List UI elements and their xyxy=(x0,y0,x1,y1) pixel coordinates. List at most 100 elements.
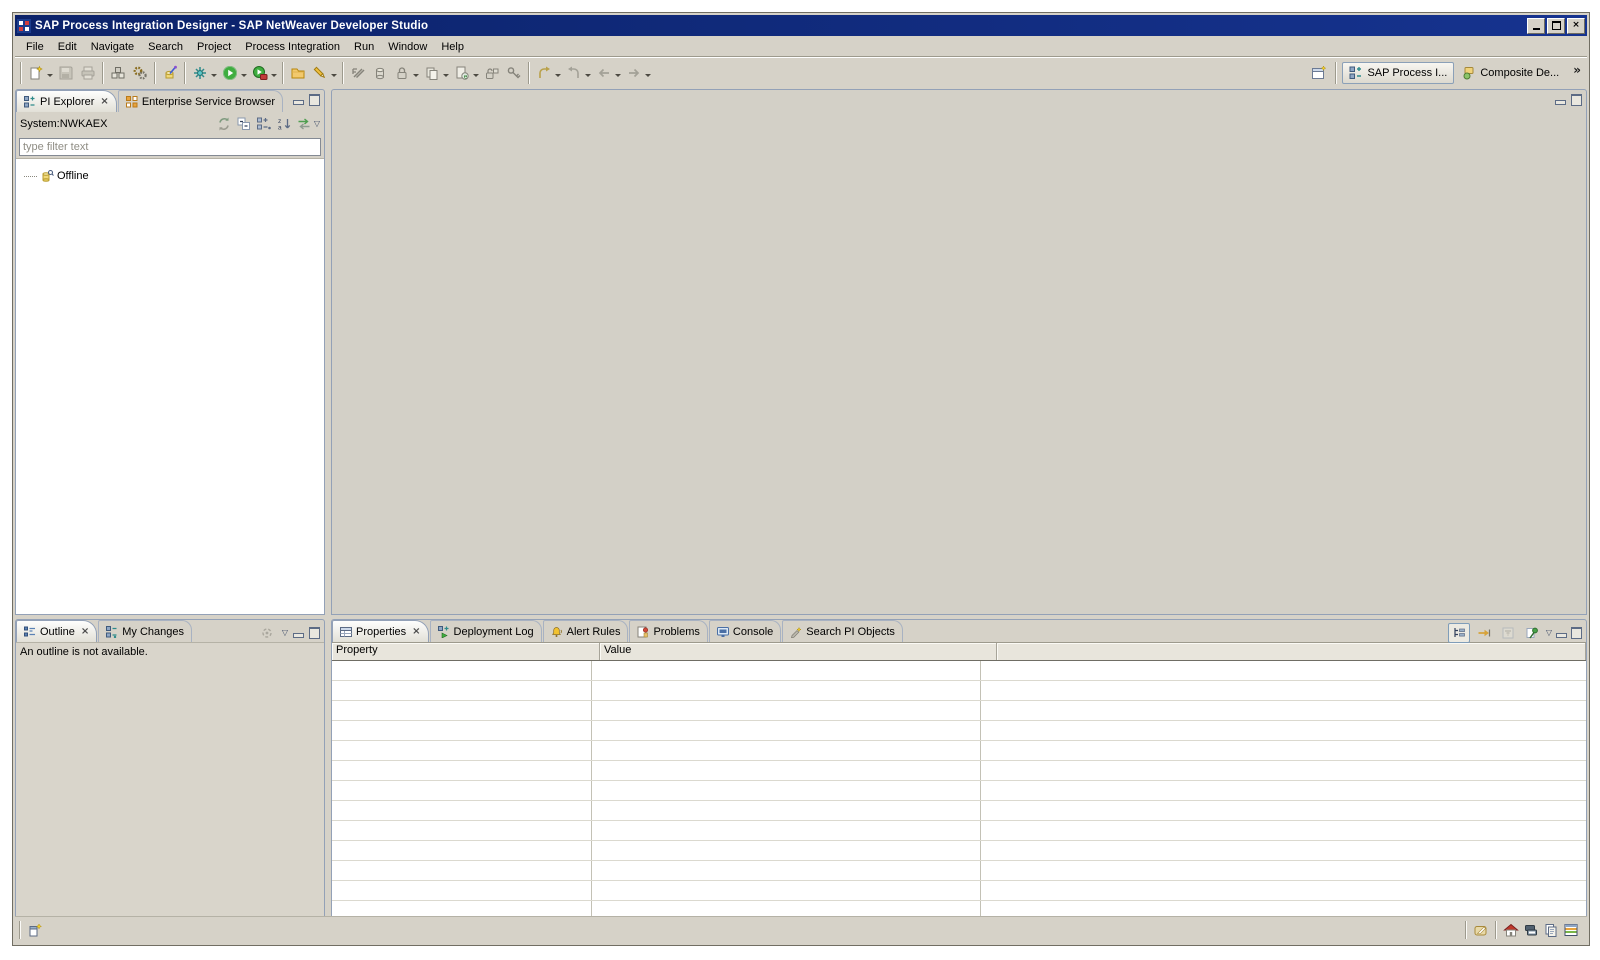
minimize-view-icon[interactable] xyxy=(1556,633,1567,638)
pin-icon[interactable] xyxy=(1522,624,1542,642)
back-icon[interactable] xyxy=(594,63,614,83)
highlight-icon[interactable] xyxy=(310,63,330,83)
profile-dropdown[interactable] xyxy=(271,74,277,80)
minimize-view-icon[interactable] xyxy=(293,100,304,105)
tab-enterprise-service-browser[interactable]: Enterprise Service Browser xyxy=(118,90,283,112)
run-icon[interactable] xyxy=(220,63,240,83)
show-categories-icon[interactable] xyxy=(1474,624,1494,642)
export-icon[interactable]: e xyxy=(452,63,472,83)
home-icon[interactable] xyxy=(1501,920,1521,940)
menu-project[interactable]: Project xyxy=(190,39,238,55)
table-grid-icon[interactable] xyxy=(1561,920,1581,940)
new-wizard-icon[interactable] xyxy=(26,63,46,83)
lock-dropdown[interactable] xyxy=(413,74,419,80)
table-row[interactable] xyxy=(332,821,1586,841)
table-row[interactable] xyxy=(332,721,1586,741)
database-icon[interactable] xyxy=(370,63,390,83)
copy-session-icon[interactable] xyxy=(1541,920,1561,940)
update-configuration-icon[interactable] xyxy=(130,63,150,83)
profile-icon[interactable] xyxy=(250,63,270,83)
new-wizard-dropdown[interactable] xyxy=(47,74,53,80)
unlock-icon[interactable] xyxy=(482,63,502,83)
layout-icon[interactable] xyxy=(254,115,274,133)
maximize-view-icon[interactable] xyxy=(309,94,320,106)
restore-button[interactable] xyxy=(1547,18,1565,34)
open-folder-icon[interactable] xyxy=(288,63,308,83)
view-menu-icon[interactable]: ▽ xyxy=(1546,629,1552,637)
swap-connection-icon[interactable] xyxy=(294,115,314,133)
table-row[interactable] xyxy=(332,761,1586,781)
show-tree-icon[interactable] xyxy=(1448,623,1470,643)
perspective-overflow-chevron[interactable]: » xyxy=(1573,63,1581,77)
tab-outline[interactable]: Outline × xyxy=(16,620,97,642)
menu-search[interactable]: Search xyxy=(141,39,190,55)
table-row[interactable] xyxy=(332,661,1586,681)
table-row[interactable] xyxy=(332,841,1586,861)
menu-help[interactable]: Help xyxy=(434,39,471,55)
sap-logon-icon[interactable] xyxy=(1471,920,1491,940)
fast-view-icon[interactable] xyxy=(25,920,45,940)
table-row[interactable] xyxy=(332,701,1586,721)
copy-config-dropdown[interactable] xyxy=(443,74,449,80)
tab-pi-explorer[interactable]: PI Explorer × xyxy=(16,90,117,112)
view-menu-icon[interactable]: ▽ xyxy=(282,629,288,637)
close-button[interactable]: × xyxy=(1567,18,1585,34)
view-menu-icon[interactable]: ▽ xyxy=(314,120,320,128)
menu-process-integration[interactable]: Process Integration xyxy=(238,39,347,55)
copy-config-icon[interactable] xyxy=(422,63,442,83)
back-dropdown[interactable] xyxy=(615,74,621,80)
column-header-property[interactable]: Property xyxy=(332,643,600,660)
skip-breakpoints-icon[interactable] xyxy=(348,63,368,83)
tab-problems[interactable]: Problems xyxy=(629,620,707,642)
tab-my-changes[interactable]: My Changes xyxy=(98,620,192,642)
tab-search-pi-objects[interactable]: Search PI Objects xyxy=(782,620,903,642)
run-dropdown[interactable] xyxy=(241,74,247,80)
close-tab-icon[interactable]: × xyxy=(81,627,89,637)
menu-file[interactable]: File xyxy=(19,39,51,55)
minimize-view-icon[interactable] xyxy=(293,633,304,638)
print-icon[interactable] xyxy=(78,63,98,83)
back-history-dropdown[interactable] xyxy=(585,74,591,80)
close-tab-icon[interactable]: × xyxy=(412,627,420,637)
table-row[interactable] xyxy=(332,861,1586,881)
column-header-extra[interactable] xyxy=(997,643,1586,660)
debug-icon[interactable] xyxy=(190,63,210,83)
build-deploy-icon[interactable] xyxy=(108,63,128,83)
table-row[interactable] xyxy=(332,681,1586,701)
filter-icon[interactable] xyxy=(1498,624,1518,642)
menu-edit[interactable]: Edit xyxy=(51,39,84,55)
perspective-sap-process-integration[interactable]: SAP Process I... xyxy=(1342,62,1454,84)
tab-console[interactable]: Console xyxy=(709,620,781,642)
table-row[interactable] xyxy=(332,781,1586,801)
sessions-icon[interactable] xyxy=(1521,920,1541,940)
last-edit-location-icon[interactable] xyxy=(534,63,554,83)
open-perspective-icon[interactable] xyxy=(1309,63,1329,83)
refresh-icon[interactable] xyxy=(214,115,234,133)
table-row[interactable] xyxy=(332,881,1586,901)
debug-dropdown[interactable] xyxy=(211,74,217,80)
close-tab-icon[interactable]: × xyxy=(100,97,108,107)
export-dropdown[interactable] xyxy=(473,74,479,80)
perspective-composite-designer[interactable]: Composite De... xyxy=(1456,63,1565,83)
title-bar[interactable]: SAP Process Integration Designer - SAP N… xyxy=(15,15,1587,36)
last-edit-dropdown[interactable] xyxy=(555,74,561,80)
forward-dropdown[interactable] xyxy=(645,74,651,80)
table-row[interactable] xyxy=(332,901,1586,916)
sort-icon[interactable]: za xyxy=(274,115,294,133)
minimize-editor-icon[interactable] xyxy=(1555,100,1566,105)
maximize-editor-icon[interactable] xyxy=(1571,94,1582,106)
lock-icon[interactable] xyxy=(392,63,412,83)
maximize-view-icon[interactable] xyxy=(1571,627,1582,639)
forward-icon[interactable] xyxy=(624,63,644,83)
sync-icon[interactable] xyxy=(257,624,277,642)
tab-deployment-log[interactable]: Deployment Log xyxy=(430,620,542,642)
menu-run[interactable]: Run xyxy=(347,39,381,55)
maximize-view-icon[interactable] xyxy=(309,627,320,639)
clean-cache-icon[interactable] xyxy=(160,63,180,83)
minimize-button[interactable] xyxy=(1527,18,1545,34)
collapse-all-icon[interactable] xyxy=(234,115,254,133)
highlight-dropdown[interactable] xyxy=(331,74,337,80)
tab-alert-rules[interactable]: Alert Rules xyxy=(543,620,629,642)
filter-input[interactable] xyxy=(19,138,321,156)
table-row[interactable] xyxy=(332,801,1586,821)
